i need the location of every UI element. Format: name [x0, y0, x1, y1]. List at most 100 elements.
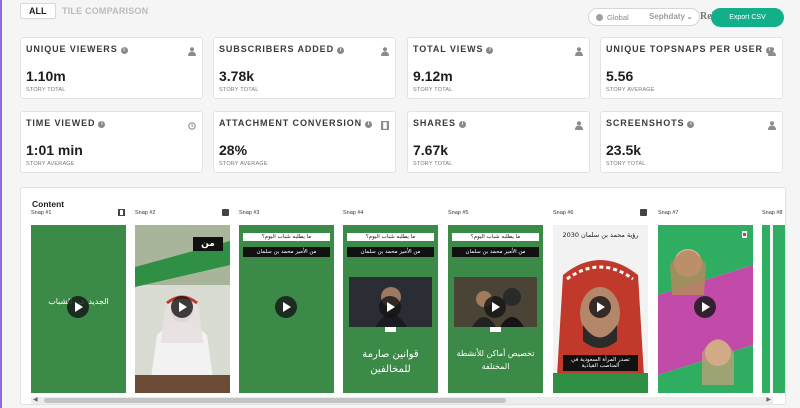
info-icon[interactable]: i	[365, 121, 373, 128]
metric-subtitle: STORY AVERAGE	[219, 161, 268, 167]
info-icon[interactable]: i	[486, 47, 494, 54]
snap-caption: قوانين صارمة للمخالفين	[362, 349, 419, 375]
metric-label: UNIQUE VIEWERS i	[26, 44, 128, 54]
person-icon	[188, 43, 196, 56]
info-icon[interactable]: i	[120, 47, 128, 54]
metric-label-text: ATTACHMENT CONVERSION	[219, 118, 363, 128]
snap-caption: تصدر المرأة السعودية في المناصب القيادية	[563, 355, 638, 371]
tab-tile-comparison[interactable]: TILE COMPARISON	[62, 4, 148, 18]
snap-thumbnail[interactable]: ما يطلبه شباب اليوم؟ من الأمير محمد بن س…	[239, 225, 334, 393]
top-bar: ALL TILE COMPARISON Global Sephdaty ⌄ Re…	[0, 0, 800, 34]
play-icon[interactable]	[379, 296, 401, 318]
clock-icon	[188, 117, 196, 130]
snap-thumbnail[interactable]: ما يطلبه شباب اليوم؟ من الأمير محمد بن س…	[343, 225, 438, 393]
snap-caption: تخصيص أماكن للأنشطة المختلفة	[456, 349, 535, 371]
person-icon	[768, 117, 776, 130]
metric-card: TOTAL VIEWS i 9.12m STORY TOTAL	[407, 37, 590, 99]
snap-quote: ما يطلبه شباب اليوم؟	[452, 233, 539, 241]
book-icon	[640, 209, 647, 216]
snap-label: Snap #3	[239, 210, 260, 216]
metric-value: 28%	[219, 142, 248, 158]
book-icon	[222, 209, 229, 216]
snap-subtitle: من الأمير محمد بن سلمان	[243, 247, 330, 257]
snap-thumbnail[interactable]: من	[135, 225, 230, 393]
metric-card: SHARES i 7.67k STORY TOTAL	[407, 111, 590, 173]
film-icon	[381, 117, 389, 130]
region-label: Global	[607, 13, 629, 22]
play-icon[interactable]	[484, 296, 506, 318]
scroll-right-icon[interactable]: ▶	[766, 397, 771, 404]
info-icon[interactable]: i	[458, 121, 466, 128]
info-icon[interactable]: i	[687, 121, 695, 128]
snap-thumbnail[interactable]: رؤية محمد بن سلمان 2030 تصدر المرأة السع…	[553, 225, 648, 393]
snap-label: Snap #7	[658, 210, 679, 216]
chevron-down-icon: ⌄	[686, 12, 693, 21]
person-icon	[768, 43, 776, 56]
info-icon[interactable]: i	[98, 121, 106, 128]
snap-thumbnail[interactable]	[762, 225, 785, 393]
region-select[interactable]: Global Sephdaty ⌄	[588, 8, 700, 26]
snap-quote: ما يطلبه شباب اليوم؟	[347, 233, 434, 241]
metric-value: 9.12m	[413, 68, 453, 84]
metric-label: SUBSCRIBERS ADDED i	[219, 44, 344, 54]
scrollbar-thumb[interactable]	[44, 398, 506, 403]
snap-caption: من	[193, 237, 223, 251]
person-icon	[381, 43, 389, 56]
snap-subtitle: من الأمير محمد بن سلمان	[452, 247, 539, 257]
metric-label-text: UNIQUE TOPSNAPS PER USER	[606, 44, 763, 54]
window-edge	[0, 0, 2, 408]
snap-label: Snap #5	[448, 210, 469, 216]
snap-thumbnail[interactable]: الجديد عن الشباب	[31, 225, 126, 393]
metric-label: SCREENSHOTS i	[606, 118, 695, 128]
metric-value: 23.5k	[606, 142, 642, 158]
metric-card: TIME VIEWED i 1:01 min STORY AVERAGE	[20, 111, 203, 173]
metric-label-text: TIME VIEWED	[26, 118, 96, 128]
metric-value: 5.56	[606, 68, 634, 84]
metric-subtitle: STORY TOTAL	[413, 161, 453, 167]
snap-subtitle: من الأمير محمد بن سلمان	[347, 247, 434, 257]
metric-label-text: SCREENSHOTS	[606, 118, 685, 128]
snap-image	[762, 225, 785, 393]
play-icon[interactable]	[275, 296, 297, 318]
metric-label: TOTAL VIEWS i	[413, 44, 494, 54]
metric-label: UNIQUE TOPSNAPS PER USER i	[606, 44, 773, 54]
brand-name: Sephdaty	[649, 12, 686, 21]
metric-subtitle: STORY TOTAL	[219, 87, 259, 93]
metric-label: TIME VIEWED i	[26, 118, 106, 128]
metric-subtitle: STORY AVERAGE	[606, 87, 655, 93]
metric-card: SCREENSHOTS i 23.5k STORY TOTAL	[600, 111, 783, 173]
metric-label-text: SHARES	[413, 118, 456, 128]
metric-card: UNIQUE VIEWERS i 1.10m STORY TOTAL	[20, 37, 203, 99]
snap-top-text: رؤية محمد بن سلمان 2030	[562, 231, 639, 239]
metric-subtitle: STORY TOTAL	[413, 87, 453, 93]
play-icon[interactable]	[67, 296, 89, 318]
film-icon	[118, 209, 125, 216]
person-icon	[575, 117, 583, 130]
scroll-left-icon[interactable]: ◀	[33, 397, 38, 404]
metric-value: 1.10m	[26, 68, 66, 84]
play-icon[interactable]	[694, 296, 716, 318]
info-icon[interactable]: i	[336, 47, 344, 54]
metric-value: 7.67k	[413, 142, 449, 158]
tab-all[interactable]: ALL	[20, 3, 56, 19]
snap-label: Snap #1	[31, 210, 52, 216]
export-csv-button[interactable]: Export CSV	[711, 8, 784, 27]
metric-label: SHARES i	[413, 118, 466, 128]
metric-label-text: UNIQUE VIEWERS	[26, 44, 118, 54]
metric-subtitle: STORY AVERAGE	[26, 161, 75, 167]
metric-card: SUBSCRIBERS ADDED i 3.78k STORY TOTAL	[213, 37, 396, 99]
metric-value: 1:01 min	[26, 142, 83, 158]
person-icon	[575, 43, 583, 56]
metric-label-text: SUBSCRIBERS ADDED	[219, 44, 334, 54]
snap-quote: ما يطلبه شباب اليوم؟	[243, 233, 330, 241]
snap-label: Snap #2	[135, 210, 156, 216]
snap-thumbnail[interactable]: ما يطلبه شباب اليوم؟ من الأمير محمد بن س…	[448, 225, 543, 393]
snap-label: Snap #6	[553, 210, 574, 216]
metric-card: UNIQUE TOPSNAPS PER USER i 5.56 STORY AVERA…	[600, 37, 783, 99]
snap-thumbnail[interactable]	[658, 225, 753, 393]
play-icon[interactable]	[589, 296, 611, 318]
play-icon[interactable]	[171, 296, 193, 318]
horizontal-scrollbar[interactable]: ◀ ▶	[31, 397, 773, 404]
metric-subtitle: STORY TOTAL	[606, 161, 646, 167]
content-panel: Content Snap #1 الجديد عن الشباب Snap #2…	[20, 187, 786, 405]
